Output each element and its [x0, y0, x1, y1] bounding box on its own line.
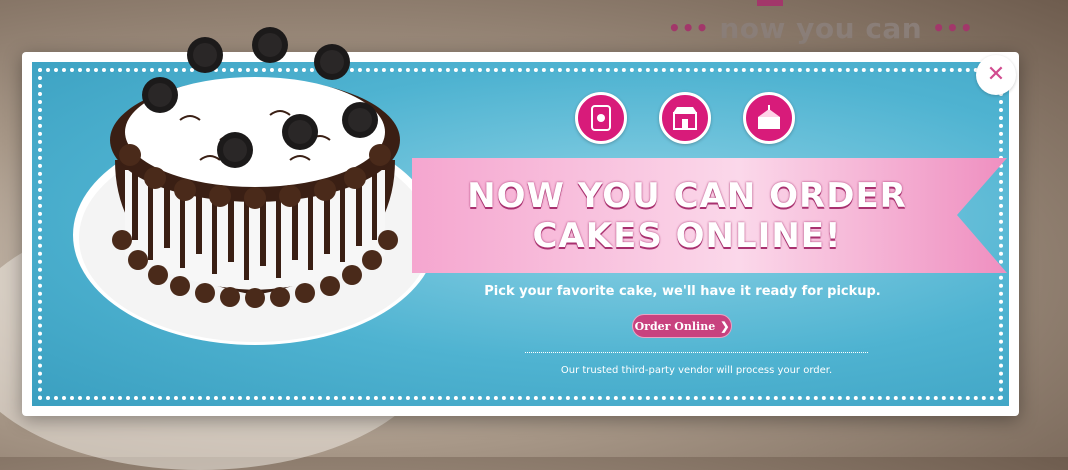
background-dots-right: ••• — [932, 16, 974, 40]
ice-cream-cake-image — [73, 27, 437, 345]
order-steps-icons — [575, 92, 795, 144]
headline-line-2: CAKES ONLINE! — [532, 216, 842, 256]
background-dots-left: ••• — [668, 16, 710, 40]
background-headline-text: now you can — [719, 11, 923, 45]
order-online-label: Order Online — [634, 319, 716, 333]
close-button[interactable]: ✕ — [976, 55, 1016, 95]
modal-subline: Pick your favorite cake, we'll have it r… — [484, 284, 881, 299]
storefront-icon — [659, 92, 711, 144]
vendor-note: Our trusted third-party vendor will proc… — [560, 365, 833, 376]
background-logo-fragment — [757, 0, 783, 6]
order-online-button[interactable]: Order Online ❯ — [632, 314, 732, 338]
dotted-divider — [525, 352, 868, 353]
close-icon: ✕ — [986, 62, 1006, 87]
modal-headline: NOW YOU CAN ORDER CAKES ONLINE! — [412, 176, 962, 256]
background-headline: ••• now you can ••• — [668, 10, 974, 46]
headline-line-1: NOW YOU CAN ORDER — [467, 176, 907, 216]
chevron-right-icon: ❯ — [720, 319, 730, 333]
tablet-order-icon — [575, 92, 627, 144]
cake-slice-icon — [743, 92, 795, 144]
